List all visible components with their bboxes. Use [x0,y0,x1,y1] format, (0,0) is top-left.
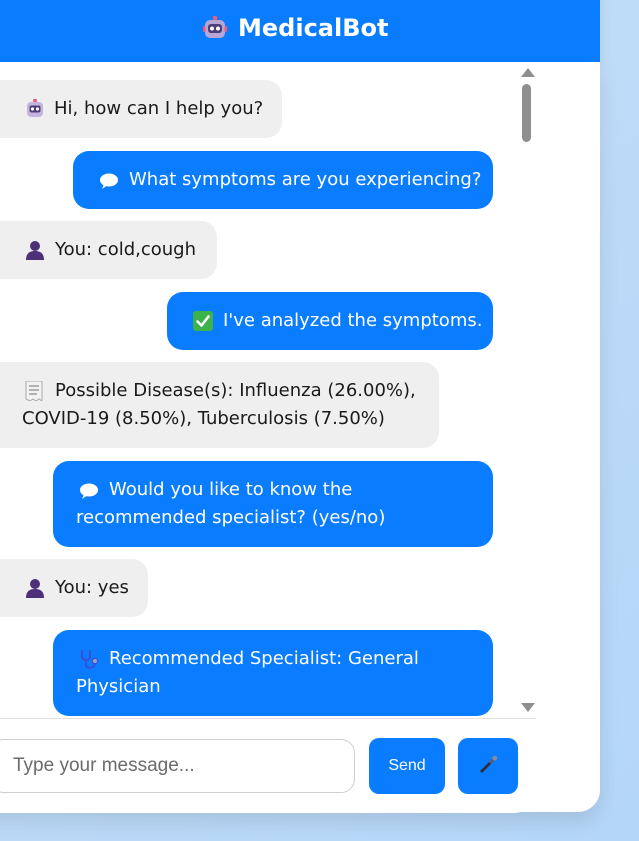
page-title: MedicalBot [238,14,389,42]
message-text: You: cold,cough [55,239,197,260]
person-icon [25,240,45,260]
message-bubble: You: yes [0,559,148,617]
stethoscope-icon [79,649,99,669]
message-bubble: What symptoms are you experiencing? [73,151,493,209]
scroll-up-arrow-icon[interactable] [521,68,535,77]
message-bubble: I've analyzed the symptoms. [167,292,493,350]
person-icon [25,578,45,598]
scroll-down-arrow-icon[interactable] [521,703,535,712]
message-text: Hi, how can I help you? [54,98,264,119]
microphone-button[interactable] [458,738,518,794]
check-box-icon [193,311,213,331]
speech-bubble-icon [79,481,99,501]
message-text: You: yes [55,577,129,598]
message-bubble: You: cold,cough [0,221,217,279]
microphone-icon [478,755,498,778]
message-bubble: Hi, how can I help you? [0,80,282,138]
composer: Send [0,718,536,813]
message-list[interactable]: Hi, how can I help you? What symptoms ar… [0,62,536,718]
speech-bubble-icon [99,171,119,191]
message-bubble: Possible Disease(s): Influenza (26.00%),… [0,362,439,448]
message-text: What symptoms are you experiencing? [129,169,482,190]
chat-panel: Hi, how can I help you? What symptoms ar… [0,62,600,813]
message-scrollbar[interactable] [516,62,536,718]
chat-header: MedicalBot [0,0,600,62]
send-button[interactable]: Send [369,738,445,794]
message-bubble: Recommended Specialist: General Physicia… [53,630,493,716]
header-title-group: MedicalBot [202,8,388,48]
message-text: Recommended Specialist: General Physicia… [76,648,419,697]
robot-icon [202,15,228,41]
message-text: Would you like to know the recommended s… [76,479,386,528]
chat-app: MedicalBot Hi, how can I help you? What … [0,0,600,813]
message-bubble: Would you like to know the recommended s… [53,461,493,547]
message-text: I've analyzed the symptoms. [223,310,483,331]
robot-face-icon [25,99,45,119]
scroll-thumb[interactable] [522,84,531,142]
receipt-icon [25,380,45,402]
message-input[interactable] [0,739,355,793]
message-text: Possible Disease(s): Influenza (26.00%),… [22,380,416,429]
